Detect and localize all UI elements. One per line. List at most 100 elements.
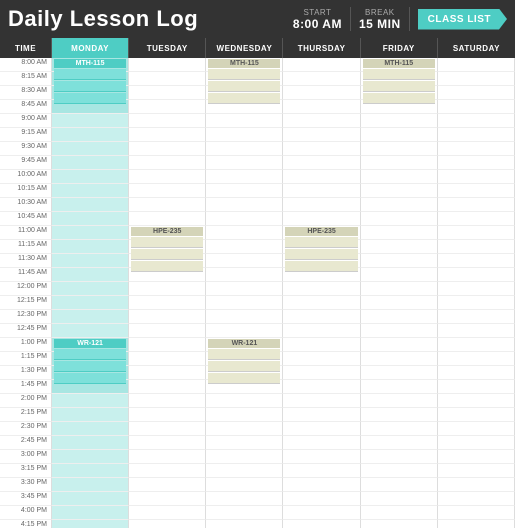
- day-cell: [361, 282, 438, 296]
- day-cell: [361, 156, 438, 170]
- day-cell: [283, 310, 360, 324]
- day-cell: [206, 212, 283, 226]
- time-cell: 9:30 AM: [0, 142, 52, 156]
- day-cell: [129, 296, 206, 310]
- day-cell: [283, 86, 360, 100]
- time-cell: 4:15 PM: [0, 520, 52, 528]
- day-cell: [129, 86, 206, 100]
- class-label: MTH-115: [363, 59, 435, 68]
- class-line: [54, 81, 126, 92]
- day-cell: [361, 408, 438, 422]
- day-cell: [206, 506, 283, 520]
- day-cell: [283, 352, 360, 366]
- time-cell: 8:15 AM: [0, 72, 52, 86]
- day-cell: [52, 450, 129, 464]
- day-cell: [438, 520, 515, 528]
- schedule-grid: 8:00 AMMTH-115MTH-115MTH-1158:15 AM8:30 …: [0, 58, 515, 528]
- day-cell: [129, 464, 206, 478]
- day-cell: [52, 114, 129, 128]
- day-cell: [438, 380, 515, 394]
- break-label: BREAK: [365, 8, 395, 17]
- class-line: [54, 93, 126, 104]
- day-cell: [283, 142, 360, 156]
- day-cell: [438, 86, 515, 100]
- day-cell: [361, 324, 438, 338]
- time-cell: 1:00 PM: [0, 338, 52, 352]
- class-block: HPE-235: [129, 226, 205, 281]
- time-cell: 8:45 AM: [0, 100, 52, 114]
- day-cell: [206, 450, 283, 464]
- class-line: [363, 69, 435, 80]
- day-cell: [283, 492, 360, 506]
- day-cell: [361, 450, 438, 464]
- class-line: [54, 69, 126, 80]
- day-cell: [52, 128, 129, 142]
- day-cell: [52, 478, 129, 492]
- class-line: [208, 93, 280, 104]
- day-cell: [283, 506, 360, 520]
- day-cell: [438, 184, 515, 198]
- day-cell: [206, 128, 283, 142]
- col-time: TIME: [0, 38, 52, 58]
- col-friday: FRIDAY: [361, 38, 438, 58]
- day-cell: [206, 198, 283, 212]
- day-cell: [206, 254, 283, 268]
- day-cell: [283, 478, 360, 492]
- day-cell: [438, 268, 515, 282]
- day-cell: [438, 296, 515, 310]
- col-monday: MONDAY: [52, 38, 129, 58]
- day-cell: [438, 506, 515, 520]
- day-cell: [361, 394, 438, 408]
- day-cell: [129, 100, 206, 114]
- day-cell: [129, 184, 206, 198]
- day-cell: [438, 100, 515, 114]
- day-cell: [361, 338, 438, 352]
- start-value: 8:00 AM: [293, 17, 342, 31]
- day-cell: [52, 296, 129, 310]
- day-cell: HPE-235: [129, 226, 206, 240]
- day-cell: [283, 520, 360, 528]
- day-cell: [438, 114, 515, 128]
- day-cell: [206, 114, 283, 128]
- day-cell: [206, 422, 283, 436]
- day-cell: [129, 506, 206, 520]
- day-cell: [361, 464, 438, 478]
- day-cell: [361, 380, 438, 394]
- day-cell: [52, 240, 129, 254]
- class-block: MTH-115: [206, 58, 282, 113]
- day-cell: [206, 268, 283, 282]
- day-cell: [361, 492, 438, 506]
- day-cell: [438, 450, 515, 464]
- col-wednesday: WEDNESDAY: [206, 38, 283, 58]
- day-cell: [361, 254, 438, 268]
- class-label: WR-121: [208, 339, 280, 348]
- day-cell: [129, 478, 206, 492]
- class-line: [285, 249, 357, 260]
- day-cell: [361, 506, 438, 520]
- day-cell: [206, 282, 283, 296]
- class-line: [285, 237, 357, 248]
- class-block: MTH-115: [52, 58, 128, 113]
- day-cell: [438, 226, 515, 240]
- time-cell: 11:45 AM: [0, 268, 52, 282]
- day-cell: [283, 170, 360, 184]
- class-list-button[interactable]: CLASS LIST: [418, 9, 507, 30]
- day-cell: [361, 352, 438, 366]
- day-cell: [438, 254, 515, 268]
- day-cell: [52, 520, 129, 528]
- day-cell: WR-121: [52, 338, 129, 352]
- day-cell: [206, 310, 283, 324]
- time-cell: 8:00 AM: [0, 58, 52, 72]
- time-cell: 3:45 PM: [0, 492, 52, 506]
- class-line: [208, 349, 280, 360]
- day-cell: [361, 184, 438, 198]
- break-info: BREAK 15 MIN: [359, 8, 401, 31]
- class-label: MTH-115: [54, 59, 126, 68]
- class-line: [131, 249, 203, 260]
- day-cell: [361, 170, 438, 184]
- day-cell: [438, 408, 515, 422]
- day-cell: [52, 464, 129, 478]
- day-cell: [206, 394, 283, 408]
- day-cell: [283, 114, 360, 128]
- day-cell: [438, 478, 515, 492]
